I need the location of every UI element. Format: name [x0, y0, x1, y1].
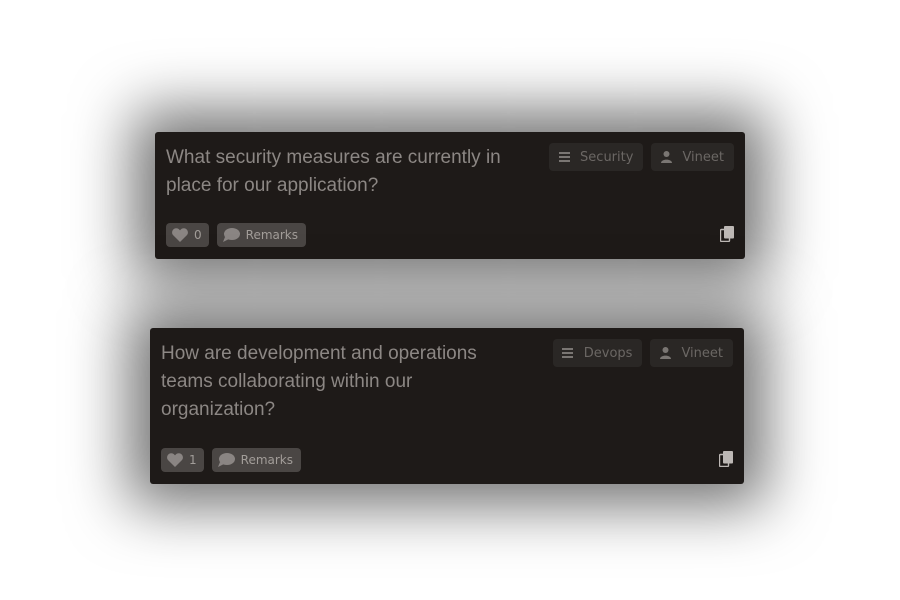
remarks-button[interactable]: Remarks	[211, 448, 301, 472]
remarks-label: Remarks	[245, 228, 298, 242]
heart-icon	[167, 453, 183, 467]
category-label: Devops	[583, 345, 633, 361]
category-tag[interactable]: Security	[549, 143, 644, 171]
question-card: What security measures are currently in …	[155, 132, 745, 259]
copy-icon	[718, 450, 733, 472]
user-icon	[658, 346, 672, 360]
author-tag[interactable]: Vineet	[651, 143, 734, 171]
like-button[interactable]: 1	[161, 448, 204, 472]
author-label: Vineet	[681, 345, 723, 361]
comment-icon	[222, 228, 240, 242]
like-count: 0	[194, 228, 202, 242]
card-actions: 0 Remarks	[166, 223, 306, 247]
remarks-label: Remarks	[240, 453, 293, 467]
category-tag[interactable]: Devops	[552, 339, 643, 367]
card-tags: Devops Vineet	[552, 339, 733, 367]
copy-button[interactable]	[719, 225, 735, 247]
question-text: How are development and operations teams…	[161, 343, 477, 420]
remarks-button[interactable]: Remarks	[216, 223, 306, 247]
copy-icon	[719, 225, 734, 247]
author-tag[interactable]: Vineet	[650, 339, 733, 367]
question-card: How are development and operations teams…	[150, 328, 744, 484]
category-label: Security	[580, 149, 634, 165]
copy-button[interactable]	[718, 450, 734, 472]
list-icon	[561, 346, 575, 360]
like-button[interactable]: 0	[166, 223, 209, 247]
author-label: Vineet	[682, 149, 724, 165]
card-actions: 1 Remarks	[161, 448, 301, 472]
question-text: What security measures are currently in …	[166, 147, 501, 196]
like-count: 1	[189, 453, 197, 467]
list-icon	[557, 150, 571, 164]
heart-icon	[172, 228, 188, 242]
card-tags: Security Vineet	[549, 143, 734, 171]
user-icon	[659, 150, 673, 164]
comment-icon	[217, 453, 235, 467]
